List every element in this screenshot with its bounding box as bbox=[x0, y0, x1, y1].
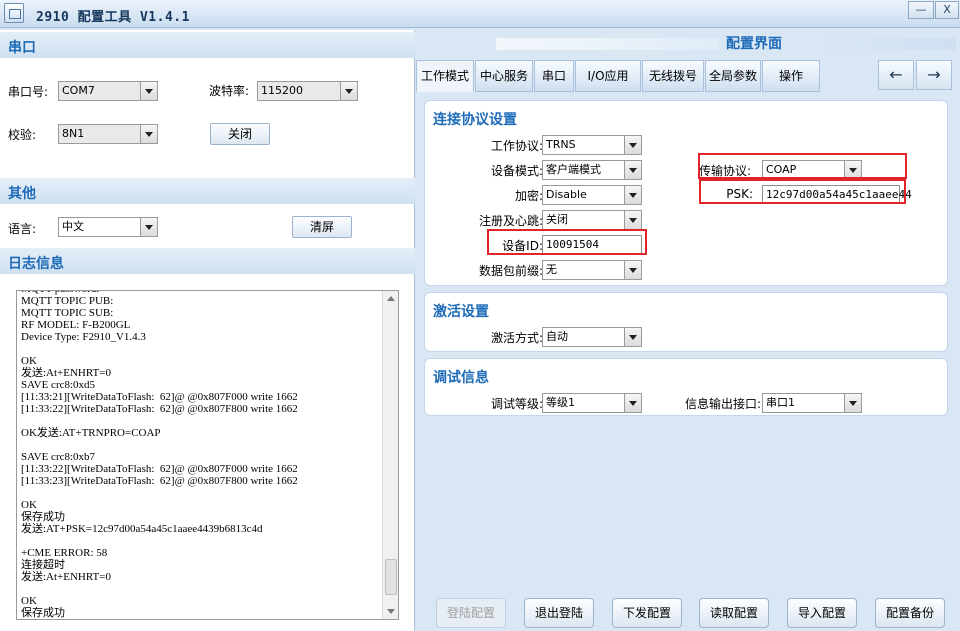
scroll-down-icon[interactable] bbox=[384, 604, 398, 618]
activation-mode-label: 激活方式: bbox=[490, 331, 543, 345]
backup-config-button[interactable]: 配置备份 bbox=[875, 598, 945, 628]
work-protocol-select[interactable]: TRNS bbox=[542, 135, 642, 155]
activation-mode-value: 自动 bbox=[546, 330, 568, 343]
tab-global-params[interactable]: 全局参数 bbox=[705, 60, 761, 92]
debug-settings-group: 调试信息 调试等级: 等级1 信息输出接口: 串口1 bbox=[424, 358, 948, 416]
log-textarea[interactable]: MQTT password: MQTT TOPIC PUB: MQTT TOPI… bbox=[16, 290, 399, 620]
chevron-down-icon[interactable] bbox=[844, 394, 861, 412]
send-config-button[interactable]: 下发配置 bbox=[612, 598, 682, 628]
left-panel: 串口 串口号: COM7 波特率: 115200 校验: 8N1 关闭 其他 语… bbox=[0, 30, 415, 631]
work-protocol-label: 工作协议: bbox=[490, 139, 543, 153]
activation-settings-title: 激活设置 bbox=[433, 304, 489, 320]
app-icon bbox=[4, 3, 24, 23]
chevron-down-icon[interactable] bbox=[624, 136, 641, 154]
next-tab-button[interactable]: → bbox=[916, 60, 952, 90]
clear-screen-button[interactable]: 清屏 bbox=[292, 216, 352, 238]
login-config-button[interactable]: 登陆配置 bbox=[436, 598, 506, 628]
chevron-down-icon[interactable] bbox=[624, 261, 641, 279]
close-port-button[interactable]: 关闭 bbox=[210, 123, 270, 145]
chevron-down-icon[interactable] bbox=[140, 218, 157, 236]
register-heartbeat-value: 关闭 bbox=[546, 213, 568, 226]
psk-highlight bbox=[699, 179, 906, 204]
debug-level-value: 等级1 bbox=[546, 396, 575, 409]
activation-mode-select[interactable]: 自动 bbox=[542, 327, 642, 347]
output-port-value: 串口1 bbox=[766, 396, 795, 409]
encrypt-value: Disable bbox=[546, 188, 587, 201]
tab-operation[interactable]: 操作 bbox=[762, 60, 820, 92]
chevron-down-icon[interactable] bbox=[140, 125, 157, 143]
language-select[interactable]: 中文 bbox=[58, 217, 158, 237]
chevron-down-icon[interactable] bbox=[624, 161, 641, 179]
chevron-down-icon[interactable] bbox=[140, 82, 157, 100]
register-heartbeat-select[interactable]: 关闭 bbox=[542, 210, 642, 230]
baud-label: 波特率: bbox=[209, 84, 250, 98]
transport-protocol-highlight bbox=[698, 153, 907, 179]
port-select[interactable]: COM7 bbox=[58, 81, 158, 101]
parity-select[interactable]: 8N1 bbox=[58, 124, 158, 144]
parity-value: 8N1 bbox=[62, 127, 85, 140]
port-label: 串口号: bbox=[8, 85, 49, 99]
serial-section-header: 串口 bbox=[0, 32, 415, 58]
connection-settings-group: 连接协议设置 工作协议: TRNS 设备模式: 客户端模式 加密: Disabl… bbox=[424, 100, 948, 286]
tab-work-mode[interactable]: 工作模式 bbox=[416, 60, 474, 92]
language-value: 中文 bbox=[62, 220, 84, 233]
scroll-up-icon[interactable] bbox=[384, 292, 398, 306]
config-title: 配置界面 bbox=[718, 33, 790, 53]
debug-level-label: 调试等级: bbox=[490, 397, 543, 411]
chevron-down-icon[interactable] bbox=[340, 82, 357, 100]
device-id-highlight bbox=[487, 229, 647, 255]
tab-wireless-dial[interactable]: 无线拨号 bbox=[642, 60, 704, 92]
tab-io[interactable]: I/O应用 bbox=[575, 60, 641, 92]
debug-level-select[interactable]: 等级1 bbox=[542, 393, 642, 413]
packet-prefix-select[interactable]: 无 bbox=[542, 260, 642, 280]
prev-tab-button[interactable]: ← bbox=[878, 60, 914, 90]
log-section-header: 日志信息 bbox=[0, 248, 415, 274]
chevron-down-icon[interactable] bbox=[624, 394, 641, 412]
register-heartbeat-label: 注册及心跳: bbox=[478, 214, 543, 228]
minimize-button[interactable]: — bbox=[908, 1, 934, 19]
right-panel: 配置界面 工作模式 中心服务 串口 I/O应用 无线拨号 全局参数 操作 ← →… bbox=[416, 30, 960, 631]
debug-settings-title: 调试信息 bbox=[433, 370, 489, 386]
language-label: 语言: bbox=[8, 222, 37, 236]
encrypt-select[interactable]: Disable bbox=[542, 185, 642, 205]
window-title: 2910 配置工具 V1.4.1 bbox=[36, 10, 190, 25]
connection-settings-title: 连接协议设置 bbox=[433, 112, 517, 128]
packet-prefix-label: 数据包前缀: bbox=[478, 264, 543, 278]
tab-serial[interactable]: 串口 bbox=[534, 60, 574, 92]
device-mode-label: 设备模式: bbox=[490, 164, 543, 178]
packet-prefix-value: 无 bbox=[546, 263, 557, 276]
import-config-button[interactable]: 导入配置 bbox=[787, 598, 857, 628]
chevron-down-icon[interactable] bbox=[624, 186, 641, 204]
log-scrollbar[interactable] bbox=[382, 291, 398, 619]
close-window-button[interactable]: X bbox=[935, 1, 959, 19]
device-mode-select[interactable]: 客户端模式 bbox=[542, 160, 642, 180]
scroll-thumb[interactable] bbox=[385, 559, 397, 595]
encrypt-label: 加密: bbox=[514, 189, 543, 203]
output-port-select[interactable]: 串口1 bbox=[762, 393, 862, 413]
chevron-down-icon[interactable] bbox=[624, 211, 641, 229]
title-bar: 2910 配置工具 V1.4.1 — X bbox=[0, 0, 960, 28]
baud-value: 115200 bbox=[261, 84, 303, 97]
other-section-header: 其他 bbox=[0, 178, 415, 204]
chevron-down-icon[interactable] bbox=[624, 328, 641, 346]
port-value: COM7 bbox=[62, 84, 95, 97]
read-config-button[interactable]: 读取配置 bbox=[699, 598, 769, 628]
parity-label: 校验: bbox=[8, 128, 37, 142]
work-protocol-value: TRNS bbox=[546, 138, 576, 151]
output-port-label: 信息输出接口: bbox=[684, 397, 761, 411]
activation-settings-group: 激活设置 激活方式: 自动 bbox=[424, 292, 948, 352]
tab-center-service[interactable]: 中心服务 bbox=[475, 60, 533, 92]
config-title-bar: 配置界面 bbox=[496, 33, 956, 53]
logout-button[interactable]: 退出登陆 bbox=[524, 598, 594, 628]
device-mode-value: 客户端模式 bbox=[546, 163, 601, 176]
log-content: MQTT password: MQTT TOPIC PUB: MQTT TOPI… bbox=[21, 291, 298, 619]
baud-select[interactable]: 115200 bbox=[257, 81, 358, 101]
